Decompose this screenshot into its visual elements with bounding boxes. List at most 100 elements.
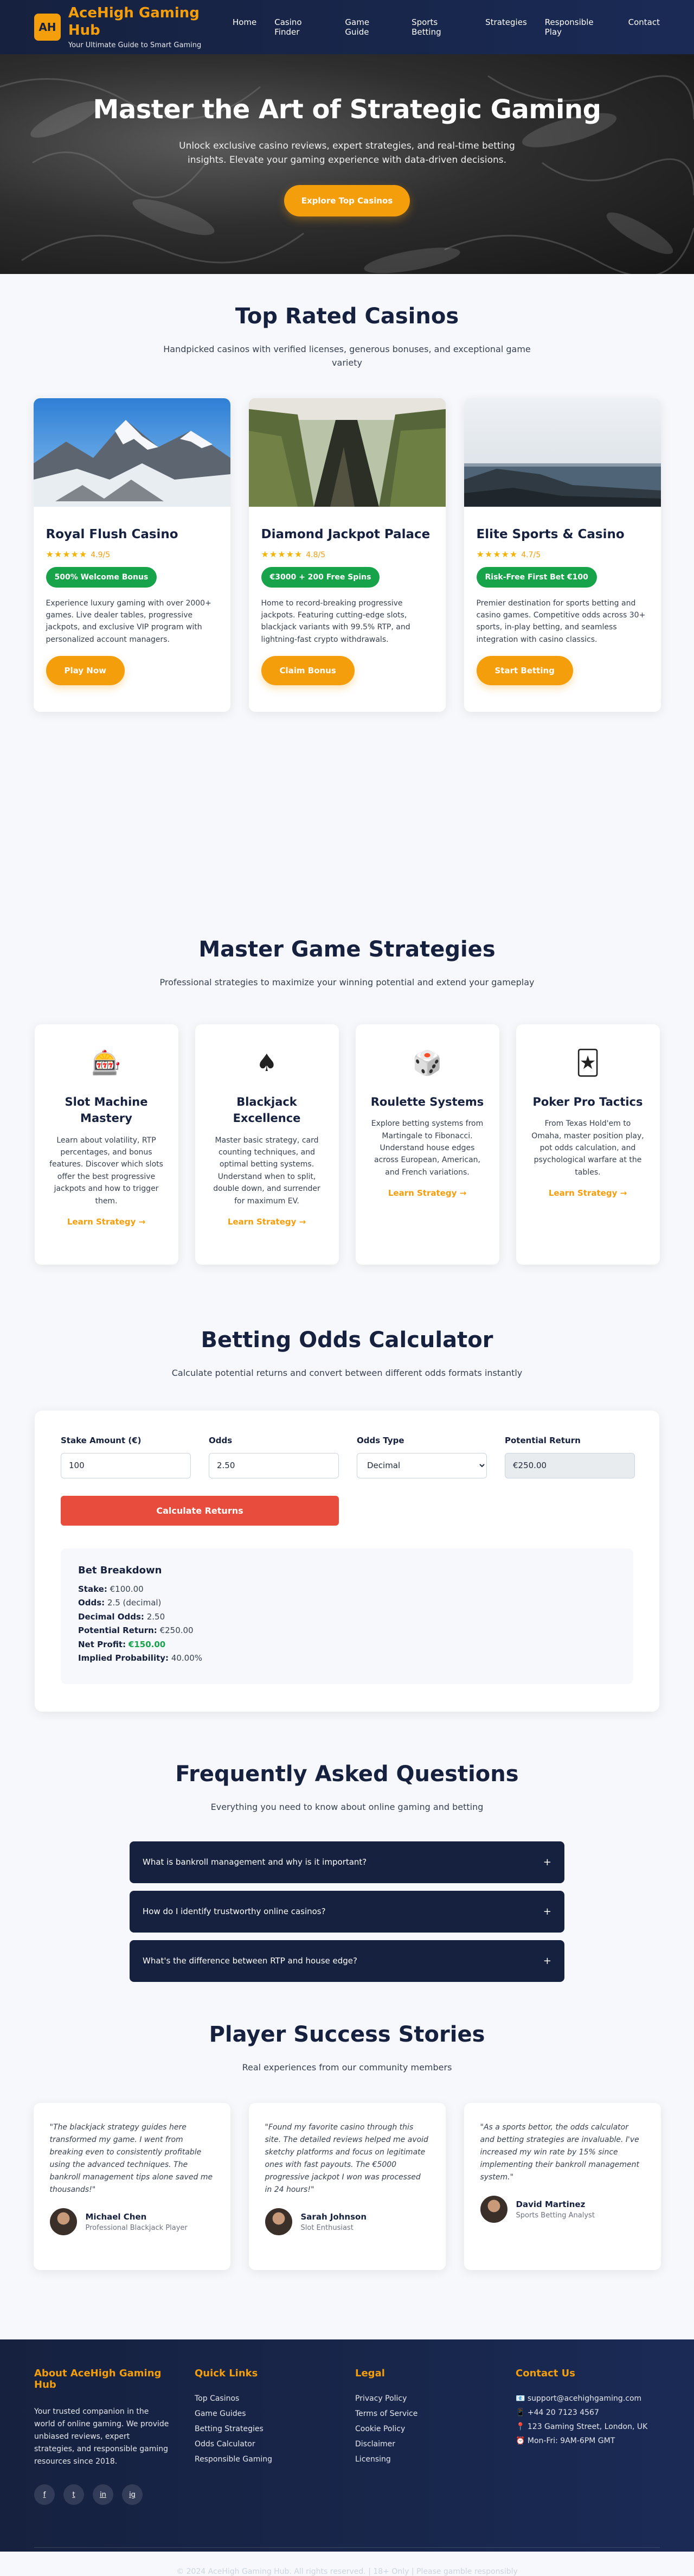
- faq-question: How do I identify trustworthy online cas…: [143, 1907, 326, 1917]
- footer-link-betting-strategies[interactable]: Betting Strategies: [195, 2425, 330, 2433]
- section-title: Betting Odds Calculator: [201, 1328, 493, 1353]
- breakdown-implied-probability: Implied Probability: 40.00%: [78, 1652, 616, 1666]
- facebook-icon[interactable]: f: [34, 2484, 55, 2505]
- section-lead: Everything you need to know about online…: [210, 1802, 484, 1812]
- person-name: Sarah Johnson: [300, 2211, 367, 2222]
- nav-strategies[interactable]: Strategies: [485, 17, 527, 37]
- testimonial-quote: "The blackjack strategy guides here tran…: [49, 2122, 213, 2195]
- plus-icon[interactable]: +: [543, 1906, 551, 1917]
- testimonial-card: "As a sports bettor, the odds calculator…: [464, 2102, 661, 2270]
- footer-link-top-casinos[interactable]: Top Casinos: [195, 2394, 330, 2403]
- footer-contact-title: Contact Us: [516, 2368, 576, 2379]
- casino-description: Premier destination for sports betting a…: [476, 598, 646, 644]
- footer-link-licensing[interactable]: Licensing: [355, 2455, 491, 2464]
- nav-sports-betting[interactable]: Sports Betting: [412, 17, 467, 37]
- breakdown-value: €250.00: [159, 1625, 194, 1636]
- stake-input[interactable]: [61, 1452, 191, 1478]
- faq-item[interactable]: How do I identify trustworthy online cas…: [130, 1890, 564, 1933]
- breakdown-odds: Odds: 2.5 (decimal): [78, 1596, 616, 1610]
- testimonial-quote: "As a sports bettor, the odds calculator…: [480, 2122, 639, 2182]
- instagram-icon[interactable]: ig: [122, 2484, 143, 2505]
- casino-image-mountains: [33, 398, 230, 507]
- nav-responsible-play[interactable]: Responsible Play: [545, 17, 611, 37]
- casino-description: Experience luxury gaming with over 2000+…: [46, 598, 211, 644]
- strategy-title: Roulette Systems: [370, 1095, 484, 1108]
- casino-name: Royal Flush Casino: [46, 527, 178, 541]
- breakdown-label: Potential Return:: [78, 1625, 157, 1636]
- strategy-description: Master basic strategy, card counting tec…: [213, 1136, 320, 1206]
- nav-casino-finder[interactable]: Casino Finder: [274, 17, 327, 37]
- odds-label: Odds: [209, 1435, 233, 1445]
- strategy-card: 🎲 Roulette Systems Explore betting syste…: [355, 1024, 499, 1265]
- odds-input[interactable]: [209, 1452, 339, 1478]
- person-name: Michael Chen: [85, 2211, 147, 2222]
- learn-strategy-link[interactable]: Learn Strategy →: [228, 1217, 306, 1227]
- breakdown-net-profit: Net Profit: €150.00: [78, 1638, 616, 1652]
- contact-hours: ⏰ Mon-Fri: 9AM-6PM GMT: [516, 2437, 615, 2445]
- nav-contact[interactable]: Contact: [628, 17, 660, 37]
- strategy-card: ♠ Blackjack Excellence Master basic stra…: [195, 1024, 339, 1265]
- plus-icon[interactable]: +: [543, 1955, 551, 1967]
- potential-return-field: [505, 1452, 635, 1478]
- learn-strategy-link[interactable]: Learn Strategy →: [67, 1217, 145, 1227]
- casino-name: Elite Sports & Casino: [476, 527, 625, 541]
- faq-section: Frequently Asked Questions Everything yo…: [0, 1762, 694, 2022]
- calculator-card: Stake Amount (€) Odds Odds Type Decimal …: [35, 1410, 659, 1712]
- avatar: [265, 2208, 292, 2236]
- casino-description: Home to record-breaking progressive jack…: [261, 598, 410, 644]
- linkedin-icon[interactable]: in: [93, 2484, 113, 2505]
- bonus-badge: Risk-Free First Bet €100: [476, 566, 597, 588]
- person-name: David Martinez: [516, 2199, 586, 2209]
- casino-name: Diamond Jackpot Palace: [261, 527, 430, 541]
- strategy-description: Explore betting systems from Martingale …: [371, 1119, 484, 1177]
- footer-link-privacy[interactable]: Privacy Policy: [355, 2394, 491, 2403]
- bonus-badge: €3000 + 200 Free Spins: [261, 566, 380, 588]
- claim-bonus-button[interactable]: Claim Bonus: [261, 655, 355, 685]
- logo[interactable]: AH: [34, 14, 61, 41]
- person-role: Slot Enthusiast: [300, 2223, 354, 2232]
- avatar: [480, 2196, 507, 2223]
- bonus-badge: 500% Welcome Bonus: [46, 566, 157, 588]
- odds-type-select[interactable]: Decimal: [357, 1452, 487, 1478]
- footer-link-game-guides[interactable]: Game Guides: [195, 2409, 330, 2418]
- learn-strategy-link[interactable]: Learn Strategy →: [549, 1188, 627, 1198]
- person-role: Sports Betting Analyst: [516, 2211, 595, 2220]
- contact-phone[interactable]: 📱 +44 20 7123 4567: [516, 2408, 651, 2417]
- learn-strategy-link[interactable]: Learn Strategy →: [388, 1188, 466, 1198]
- nav-home[interactable]: Home: [233, 17, 256, 37]
- section-lead: Real experiences from our community memb…: [242, 2062, 452, 2073]
- casino-rating: ★★★★★ 4.9/5: [46, 549, 218, 559]
- faq-item[interactable]: What is bankroll management and why is i…: [130, 1841, 564, 1883]
- breakdown-label: Implied Probability:: [78, 1653, 169, 1663]
- footer-link-terms[interactable]: Terms of Service: [355, 2409, 491, 2418]
- strategy-description: Learn about volatility, RTP percentages,…: [49, 1136, 163, 1206]
- bet-breakdown: Bet Breakdown Stake: €100.00 Odds: 2.5 (…: [61, 1548, 633, 1684]
- footer-links-title: Quick Links: [195, 2368, 258, 2379]
- brand[interactable]: AH AceHigh Gaming Hub Your Ultimate Guid…: [34, 5, 233, 49]
- footer-about-text: Your trusted companion in the world of o…: [34, 2407, 169, 2466]
- footer-link-disclaimer[interactable]: Disclaimer: [355, 2440, 491, 2449]
- person-role: Professional Blackjack Player: [85, 2223, 188, 2232]
- nav-game-guide[interactable]: Game Guide: [345, 17, 394, 37]
- plus-icon[interactable]: +: [543, 1857, 551, 1868]
- breakdown-value: 40.00%: [171, 1653, 203, 1663]
- contact-address: 📍 123 Gaming Street, London, UK: [516, 2422, 648, 2431]
- breakdown-title: Bet Breakdown: [78, 1564, 162, 1576]
- footer-link-responsible-gaming[interactable]: Responsible Gaming: [195, 2455, 330, 2464]
- contact-email[interactable]: 📧 support@acehighgaming.com: [516, 2394, 651, 2403]
- testimonial-card: "Found my favorite casino through this s…: [248, 2102, 446, 2270]
- casino-card: Elite Sports & Casino ★★★★★ 4.7/5 Risk-Fr…: [464, 398, 661, 712]
- strategy-card: 🃏 Poker Pro Tactics From Texas Hold'em t…: [516, 1024, 660, 1265]
- explore-casinos-button[interactable]: Explore Top Casinos: [284, 184, 410, 216]
- section-title: Master Game Strategies: [198, 937, 496, 962]
- calculate-returns-button[interactable]: Calculate Returns: [61, 1495, 339, 1526]
- footer-link-cookies[interactable]: Cookie Policy: [355, 2425, 491, 2433]
- footer-link-odds-calculator[interactable]: Odds Calculator: [195, 2440, 330, 2449]
- star-rating-icon: ★★★★★: [261, 549, 303, 559]
- play-now-button[interactable]: Play Now: [46, 655, 125, 685]
- faq-item[interactable]: What's the difference between RTP and ho…: [130, 1940, 564, 1982]
- start-betting-button[interactable]: Start Betting: [476, 655, 573, 685]
- breakdown-value: 2.50: [146, 1611, 165, 1622]
- breakdown-decimal-odds: Decimal Odds: 2.50: [78, 1610, 616, 1624]
- twitter-icon[interactable]: t: [63, 2484, 84, 2505]
